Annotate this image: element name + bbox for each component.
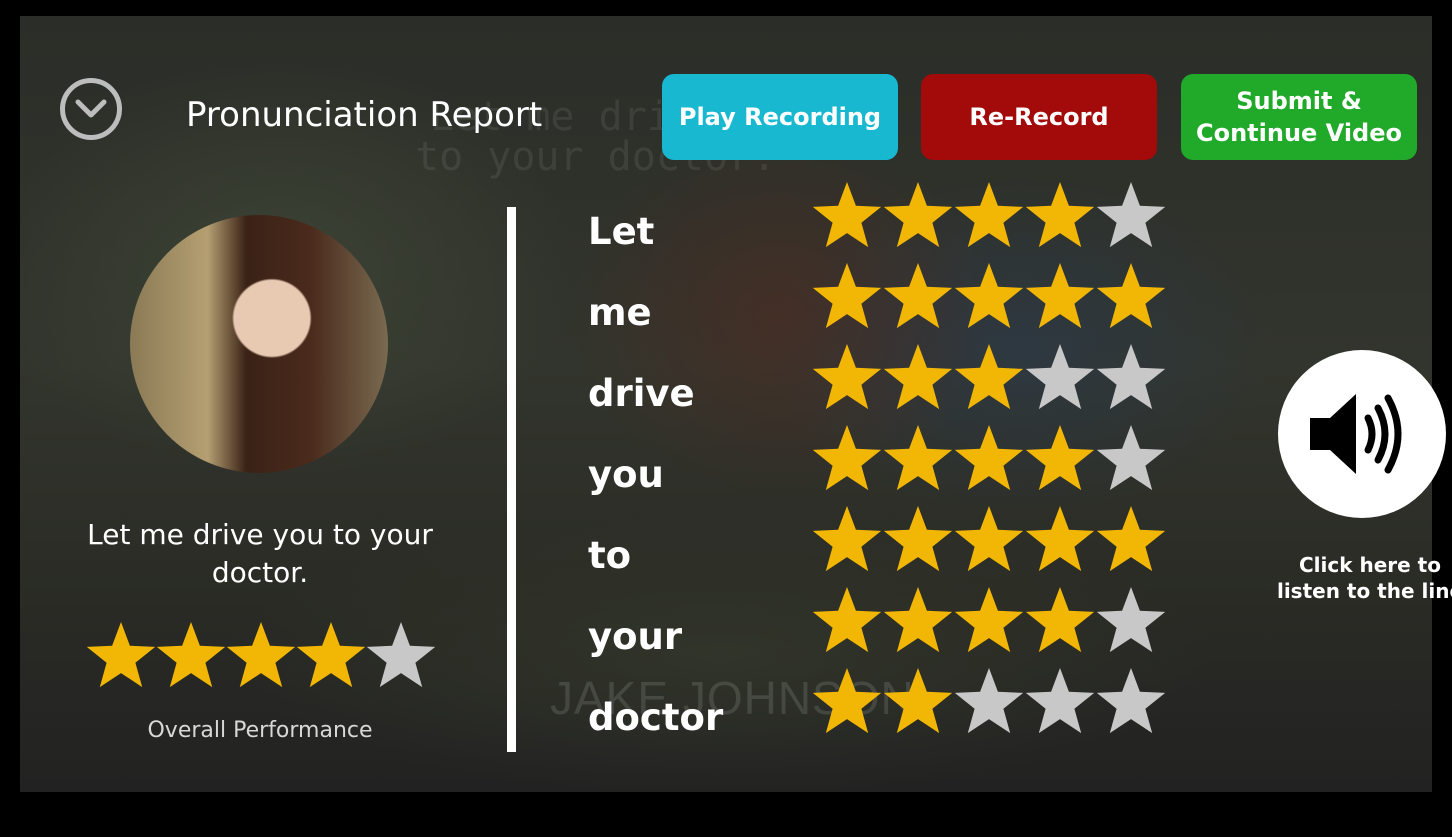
word-4-star-3-filled [954, 425, 1024, 491]
word-5-star-4-filled [1025, 506, 1095, 572]
word-7-star-3-empty [954, 668, 1024, 734]
word-6-star-4-filled [1025, 587, 1095, 653]
word-1-star-3-filled [954, 182, 1024, 248]
word-6-star-1-filled [812, 587, 882, 653]
overall-star-2-filled [156, 622, 226, 688]
word-4-star-2-filled [883, 425, 953, 491]
word-rating-stars [812, 425, 1166, 491]
word-rating-stars [812, 263, 1166, 329]
listen-label: Click here to listen to the line [1276, 553, 1452, 603]
word-rating-stars [812, 587, 1166, 653]
word-5-star-2-filled [883, 506, 953, 572]
word-3-star-3-filled [954, 344, 1024, 410]
word-4-star-1-filled [812, 425, 882, 491]
word-3-star-2-filled [883, 344, 953, 410]
avatar [130, 215, 388, 473]
word-5-star-3-filled [954, 506, 1024, 572]
word-2-star-3-filled [954, 263, 1024, 329]
play-recording-button[interactable]: Play Recording [662, 74, 898, 160]
overall-rating-stars [86, 622, 436, 688]
word-3-star-1-filled [812, 344, 882, 410]
overall-star-5-empty [366, 622, 436, 688]
overall-star-4-filled [296, 622, 366, 688]
divider [507, 207, 516, 752]
page-title: Pronunciation Report [186, 95, 543, 135]
word-2-star-1-filled [812, 263, 882, 329]
word-7-star-1-filled [812, 668, 882, 734]
word-label: doctor [588, 696, 724, 739]
overall-star-3-filled [226, 622, 296, 688]
word-rating-stars [812, 182, 1166, 248]
word-rating-stars [812, 344, 1166, 410]
word-label: to [588, 534, 632, 577]
word-rating-stars [812, 506, 1166, 572]
word-label: Let [588, 210, 655, 253]
word-6-star-5-empty [1096, 587, 1166, 653]
word-rating-stars [812, 668, 1166, 734]
submit-continue-button[interactable]: Submit & Continue Video [1181, 74, 1417, 160]
word-2-star-2-filled [883, 263, 953, 329]
word-2-star-5-filled [1096, 263, 1166, 329]
word-6-star-2-filled [883, 587, 953, 653]
chevron-down-icon [75, 99, 107, 118]
speaker-icon [1310, 394, 1402, 474]
word-label: me [588, 291, 652, 334]
collapse-button[interactable] [60, 78, 122, 140]
word-2-star-4-filled [1025, 263, 1095, 329]
overall-performance-label: Overall Performance [147, 718, 373, 743]
overall-star-1-filled [86, 622, 156, 688]
word-3-star-5-empty [1096, 344, 1166, 410]
word-4-star-4-filled [1025, 425, 1095, 491]
word-4-star-5-empty [1096, 425, 1166, 491]
word-1-star-4-filled [1025, 182, 1095, 248]
word-6-star-3-filled [954, 587, 1024, 653]
word-3-star-4-empty [1025, 344, 1095, 410]
word-1-star-2-filled [883, 182, 953, 248]
word-7-star-4-empty [1025, 668, 1095, 734]
word-7-star-2-filled [883, 668, 953, 734]
word-1-star-1-filled [812, 182, 882, 248]
word-label: your [588, 615, 683, 658]
target-sentence: Let me drive you to your doctor. [87, 518, 433, 589]
re-record-button[interactable]: Re-Record [921, 74, 1157, 160]
word-5-star-5-filled [1096, 506, 1166, 572]
word-5-star-1-filled [812, 506, 882, 572]
word-7-star-5-empty [1096, 668, 1166, 734]
word-label: you [588, 453, 664, 496]
word-label: drive [588, 372, 695, 415]
listen-button[interactable] [1278, 350, 1446, 518]
word-1-star-5-empty [1096, 182, 1166, 248]
